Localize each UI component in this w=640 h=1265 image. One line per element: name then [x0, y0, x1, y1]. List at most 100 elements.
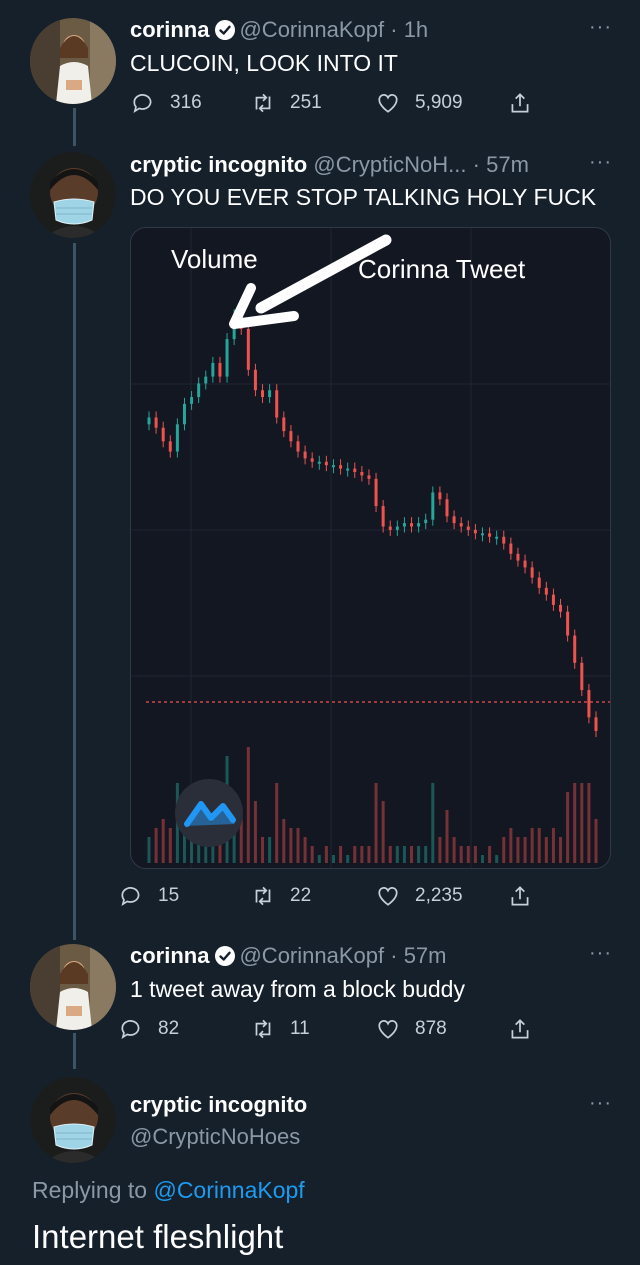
- candle: [339, 465, 343, 469]
- like-button[interactable]: 5,909: [375, 90, 463, 116]
- retweet-button[interactable]: 11: [250, 1016, 310, 1042]
- share-button[interactable]: [507, 90, 547, 116]
- candle: [502, 536, 506, 544]
- reply-button[interactable]: 316: [130, 90, 202, 116]
- share-button[interactable]: [507, 1016, 547, 1042]
- retweet-count: 251: [290, 92, 322, 113]
- retweet-button[interactable]: 22: [250, 883, 311, 909]
- volume-bar: [261, 837, 265, 863]
- volume-bar: [410, 846, 414, 863]
- candle: [289, 431, 293, 442]
- candle: [573, 635, 577, 663]
- volume-bar: [331, 855, 335, 863]
- volume-bar: [381, 801, 385, 863]
- display-name[interactable]: cryptic incognito: [130, 1092, 307, 1117]
- volume-bar: [530, 828, 534, 863]
- candle: [303, 451, 307, 459]
- reply-count: 15: [158, 885, 180, 906]
- candle: [459, 523, 463, 527]
- candle: [367, 475, 371, 479]
- handle[interactable]: @CorinnaKopf: [239, 17, 384, 42]
- thread-connector: [73, 243, 76, 940]
- share-button[interactable]: [507, 883, 547, 909]
- more-icon[interactable]: ···: [589, 1092, 612, 1115]
- candle: [417, 523, 421, 527]
- volume-bar: [594, 819, 598, 863]
- tweet-actions: 15 22 2,235: [121, 883, 550, 911]
- timestamp[interactable]: 57m: [404, 943, 447, 968]
- like-button[interactable]: 878: [375, 1016, 447, 1042]
- volume-bar: [573, 783, 577, 863]
- display-name[interactable]: corinna: [130, 943, 209, 968]
- volume-bar: [317, 855, 321, 863]
- avatar[interactable]: [30, 18, 116, 104]
- retweet-count: 22: [290, 885, 312, 906]
- handle[interactable]: @CrypticNoHoes: [130, 1124, 300, 1149]
- volume-bar: [424, 846, 428, 863]
- candle: [310, 458, 314, 462]
- like-button[interactable]: 2,235: [375, 883, 463, 909]
- candle: [296, 441, 300, 452]
- timestamp[interactable]: 1h: [404, 17, 428, 42]
- share-icon: [511, 1019, 529, 1039]
- volume-bar: [339, 846, 343, 863]
- verified-badge-icon: [215, 20, 236, 40]
- candle: [488, 533, 492, 537]
- avatar[interactable]: [30, 1077, 116, 1163]
- volume-bar: [374, 783, 378, 863]
- reply-icon: [121, 1020, 140, 1039]
- candles: [147, 309, 598, 737]
- time-separator: ·: [390, 943, 398, 968]
- volume-bar: [346, 855, 350, 863]
- volume-bar: [488, 846, 492, 863]
- volume-bar: [310, 846, 314, 863]
- reply-count: 316: [170, 92, 202, 113]
- candle: [402, 523, 406, 527]
- replying-label: Replying to: [32, 1177, 148, 1203]
- candle: [253, 369, 257, 391]
- volume-bar: [161, 819, 165, 863]
- candle: [480, 533, 484, 536]
- candle: [331, 465, 335, 468]
- retweet-icon: [255, 886, 271, 906]
- mention-link[interactable]: @CorinnaKopf: [153, 1177, 304, 1203]
- candle: [580, 662, 584, 691]
- candle: [268, 390, 272, 398]
- volume-bar: [580, 783, 584, 863]
- candle: [353, 468, 357, 472]
- candle: [261, 390, 265, 398]
- volume-bar: [275, 783, 279, 863]
- chart-image[interactable]: Volume Corinna Tweet: [130, 227, 611, 869]
- volume-bar: [566, 792, 570, 863]
- reply-icon: [133, 94, 152, 113]
- retweet-icon: [255, 93, 271, 113]
- more-icon[interactable]: ···: [589, 16, 612, 39]
- display-name[interactable]: corinna: [130, 17, 209, 42]
- tweet-header: corinna @CorinnaKopf · 1h: [130, 17, 428, 43]
- more-icon[interactable]: ···: [589, 151, 612, 174]
- display-name[interactable]: cryptic incognito: [130, 152, 307, 177]
- retweet-count: 11: [290, 1018, 310, 1039]
- candle: [317, 461, 321, 464]
- candle: [566, 611, 570, 636]
- timestamp[interactable]: 57m: [486, 152, 529, 177]
- candle: [282, 417, 286, 432]
- handle[interactable]: @CorinnaKopf: [239, 943, 384, 968]
- volume-bar: [480, 855, 484, 863]
- avatar[interactable]: [30, 944, 116, 1030]
- volume-bar: [551, 828, 555, 863]
- candle: [495, 536, 499, 539]
- volume-bar: [246, 747, 250, 863]
- volume-bar: [502, 837, 506, 863]
- volume-bar: [473, 846, 477, 863]
- tweet-actions: 316 251 5,909: [130, 90, 550, 118]
- more-icon[interactable]: ···: [589, 942, 612, 965]
- handle[interactable]: @CrypticNoH...: [313, 152, 466, 177]
- volume-label: Volume: [171, 244, 258, 274]
- avatar[interactable]: [30, 152, 116, 238]
- main-tweet-handle: @CrypticNoHoes: [130, 1124, 300, 1150]
- reply-button[interactable]: 15: [118, 883, 179, 909]
- reply-button[interactable]: 82: [118, 1016, 179, 1042]
- retweet-button[interactable]: 251: [250, 90, 322, 116]
- candle: [190, 397, 194, 404]
